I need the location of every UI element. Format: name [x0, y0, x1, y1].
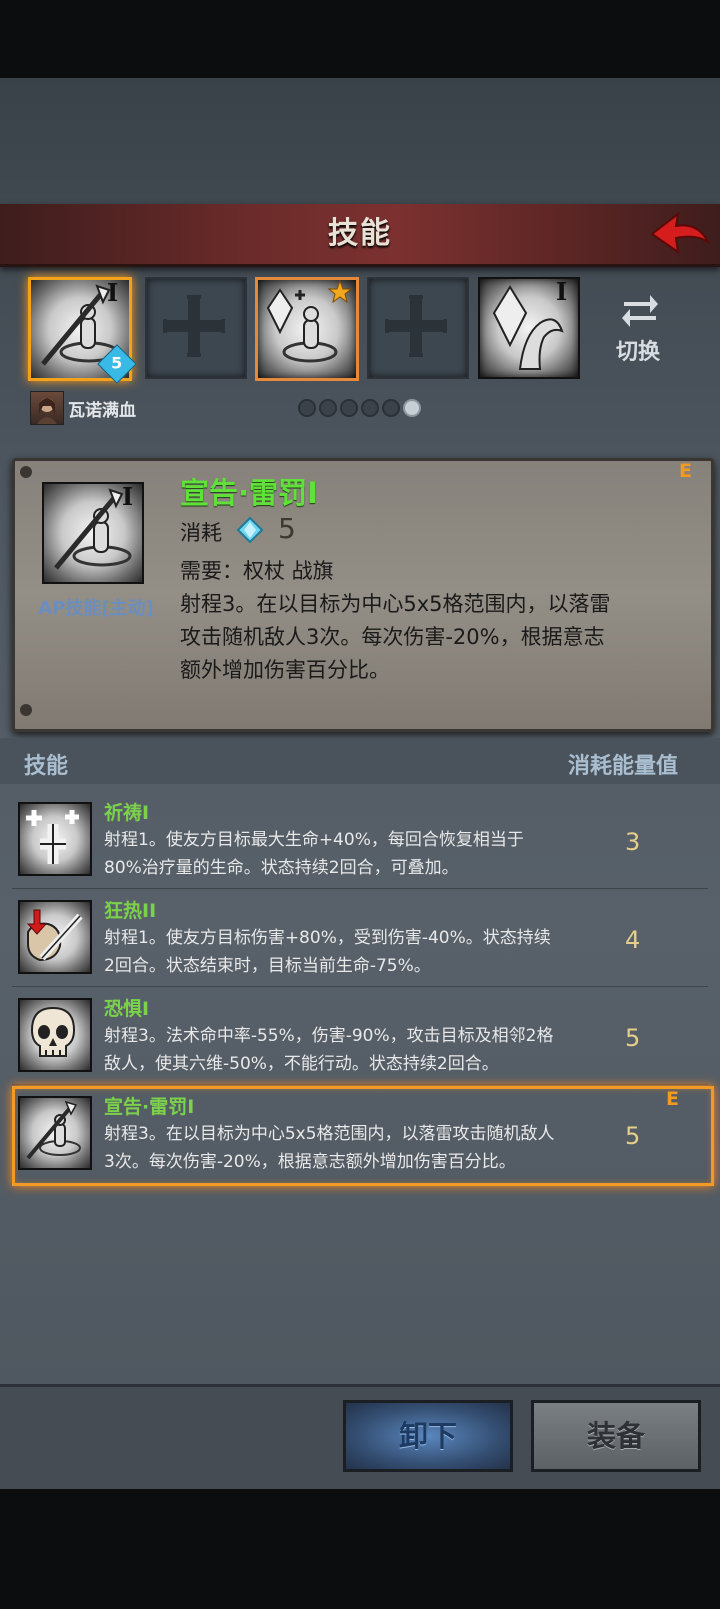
detail-skill-icon: I	[42, 482, 144, 584]
character-name: 瓦诺满血	[68, 401, 136, 421]
skill-row-icon	[18, 1096, 92, 1170]
skill-desc-line-1: 射程1。使友方目标最大生命+40%，每回合恢复相当于	[104, 830, 524, 850]
skill-desc-line-1: 射程3。法术命中率-55%，伤害-90%，攻击目标及相邻2格	[104, 1026, 554, 1046]
skill-cost: 5	[625, 1024, 641, 1052]
detail-rank-label: I	[122, 482, 134, 511]
rivet-icon	[20, 466, 32, 478]
swap-button[interactable]: 切换	[606, 292, 676, 372]
skill-name: 祈祷I	[104, 802, 150, 824]
page-dot-6-active[interactable]	[403, 399, 421, 417]
detail-grade-badge: E	[679, 460, 692, 482]
cost-value: 5	[278, 512, 296, 545]
skill-grade-badge: E	[666, 1088, 679, 1110]
equip-button[interactable]: 装备	[531, 1400, 701, 1472]
page-title: 技能	[328, 216, 392, 251]
requirement-text: 需要：权杖 战旗	[180, 559, 334, 583]
thunder-staff-icon	[26, 1100, 81, 1160]
star-icon	[328, 280, 352, 304]
detail-description-line-2: 攻击随机敌人3次。每次伤害-20%，根据意志	[180, 625, 605, 649]
empty-slot-2[interactable]	[145, 277, 247, 379]
skill-name: 宣告·雷罚I	[104, 1096, 195, 1118]
skill-cost: 3	[625, 828, 641, 856]
skull-icon	[30, 1006, 76, 1057]
character-avatar[interactable]	[30, 391, 64, 425]
unequip-button[interactable]: 卸下	[343, 1400, 513, 1472]
skill-desc-line-2: 2回合。状态结束时，目标当前生命-75%。	[104, 956, 431, 976]
skill-desc-line-2: 敌人，使其六维-50%，不能行动。状态持续2回合。	[104, 1054, 499, 1074]
page-dot-5[interactable]	[382, 399, 400, 417]
page-dot-1[interactable]	[298, 399, 316, 417]
page-dot-3[interactable]	[340, 399, 358, 417]
skill-desc-line-2: 80%治疗量的生命。状态持续2回合，可叠加。	[104, 858, 459, 878]
equipped-slot-3[interactable]	[255, 277, 359, 381]
empty-slot-4[interactable]	[367, 277, 469, 379]
empty-cross-icon	[163, 295, 225, 357]
equipped-slot-1[interactable]: I 5	[28, 277, 137, 384]
skill-name: 狂热II	[104, 900, 157, 922]
detail-description-line-1: 射程3。在以目标为中心5x5格范围内，以落雷	[180, 592, 611, 616]
page-dot-4[interactable]	[361, 399, 379, 417]
heal-cross-icon	[26, 810, 79, 864]
empty-cross-icon	[385, 295, 447, 357]
skill-desc-line-1: 射程1。使友方目标伤害+80%，受到伤害-40%。状态持续	[104, 928, 551, 948]
skill-name: 恐惧I	[104, 998, 150, 1020]
skill-desc-line-2: 3次。每次伤害-20%，根据意志额外增加伤害百分比。	[104, 1152, 516, 1172]
page-dot-2[interactable]	[319, 399, 337, 417]
skill-row-icon	[18, 802, 92, 876]
back-button[interactable]	[648, 208, 712, 260]
detail-description-line-3: 额外增加伤害百分比。	[180, 658, 390, 682]
list-header-skill: 技能	[24, 754, 69, 779]
equipped-slot-5[interactable]: I	[478, 277, 580, 379]
swap-arrows-icon	[622, 295, 658, 327]
skill-type-label: AP技能[主动]	[38, 598, 154, 619]
slot-rank-label: I	[107, 278, 119, 307]
skill-row-icon	[18, 900, 92, 974]
energy-crystal-icon	[236, 516, 264, 544]
list-header-cost: 消耗能量值	[568, 754, 679, 779]
skill-cost: 5	[625, 1122, 641, 1150]
energy-badge-value: 5	[111, 353, 123, 373]
character-portrait-icon	[37, 398, 57, 424]
detail-skill-title: 宣告·雷罚I	[180, 476, 318, 510]
skill-cost: 4	[625, 926, 641, 954]
swap-label: 切换	[616, 340, 661, 365]
skill-row-icon	[18, 998, 92, 1072]
rivet-icon	[20, 704, 32, 716]
cost-label: 消耗	[180, 521, 222, 545]
frenzy-sword-icon	[26, 909, 83, 962]
back-arrow-icon	[650, 211, 711, 255]
slot-rank-label: I	[556, 277, 568, 306]
skill-desc-line-1: 射程3。在以目标为中心5x5格范围内，以落雷攻击随机敌人	[104, 1124, 555, 1144]
